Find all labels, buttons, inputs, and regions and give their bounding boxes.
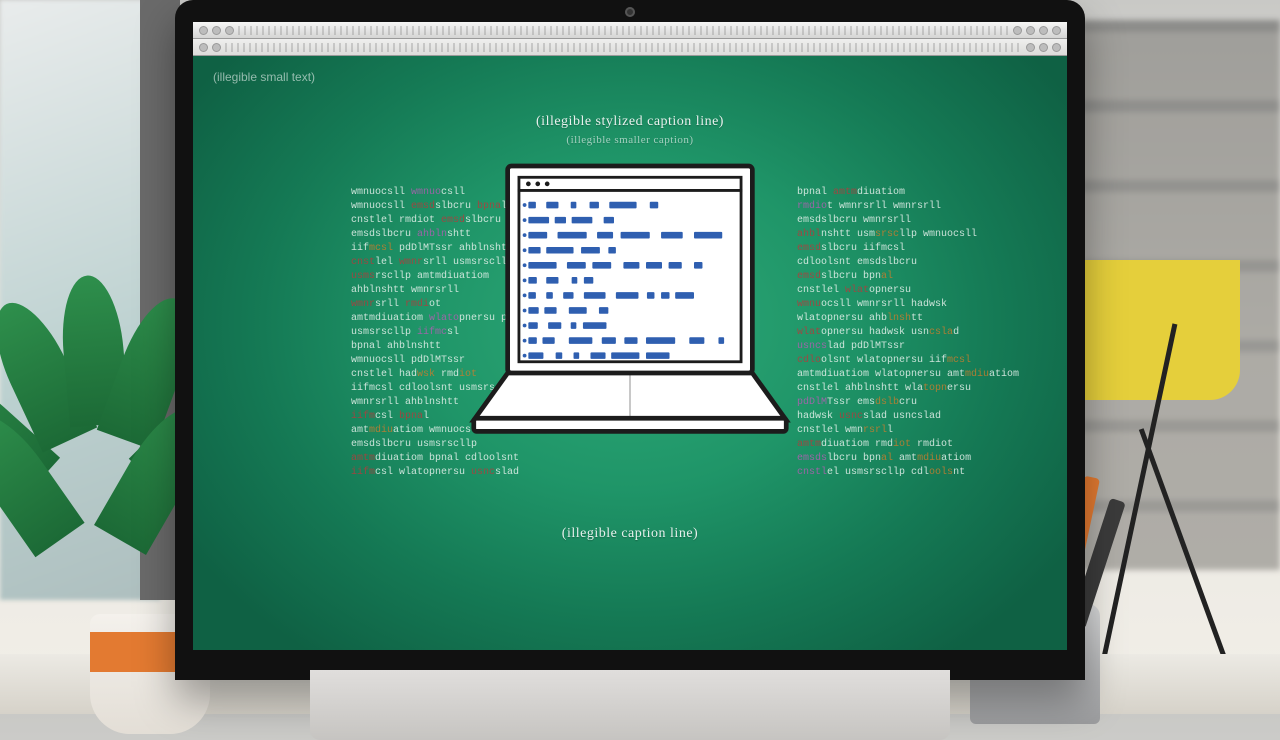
monitor: (illegible small text) (illegible styliz…: [175, 0, 1085, 680]
top-caption: (illegible stylized caption line): [193, 114, 1067, 130]
illegible-toolbar-glyphs: [238, 26, 1009, 35]
screen: (illegible small text) (illegible styliz…: [193, 22, 1067, 650]
window-chrome-row: [193, 39, 1067, 56]
right-code-column: bpnal amtmdiuatiomrmdiot wmnrsrll wmnrsr…: [797, 186, 967, 480]
bottom-caption: (illegible caption line): [193, 526, 1067, 542]
window-chrome-row: [193, 22, 1067, 39]
slide-content: (illegible small text) (illegible styliz…: [193, 56, 1067, 650]
breadcrumb: (illegible small text): [213, 70, 315, 84]
sub-caption: (illegible smaller caption): [193, 134, 1067, 146]
laptop-figure: [470, 166, 790, 448]
webcam-dot: [625, 7, 635, 17]
